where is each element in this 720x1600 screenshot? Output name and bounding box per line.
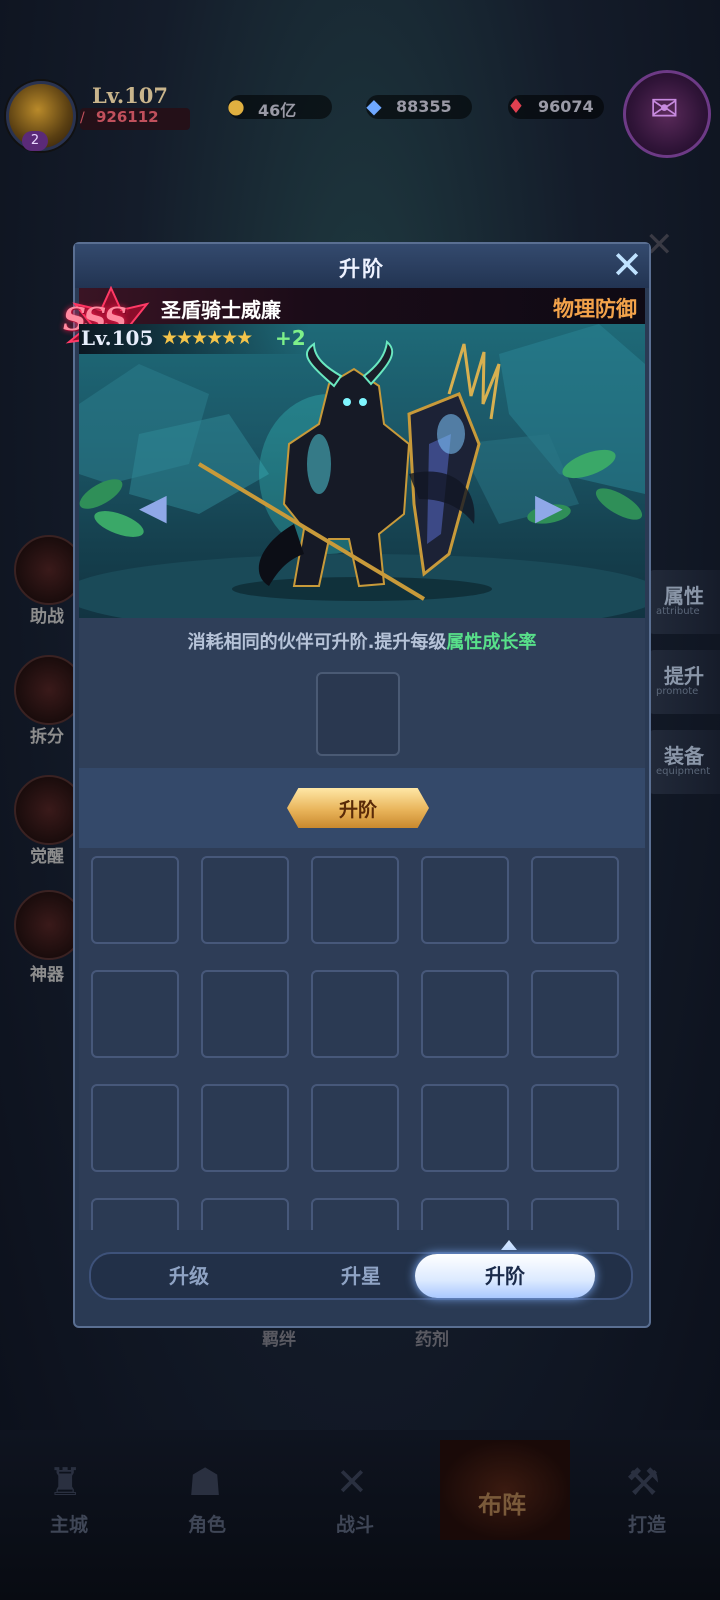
star-bonus: +2 [275,326,306,350]
description-area: 消耗相同的伙伴可升阶.提升每级属性成长率 [79,618,645,768]
grid-slot[interactable] [91,1198,179,1230]
grid-slot[interactable] [421,856,509,944]
grid-slot[interactable] [201,1198,289,1230]
prev-hero-arrow-icon[interactable]: ◀ [139,487,167,528]
grid-slot[interactable] [531,970,619,1058]
ascend-button[interactable]: 升阶 [287,788,429,828]
coin-icon: ● [227,94,245,118]
grid-slot[interactable] [531,1084,619,1172]
grid-slot[interactable] [91,856,179,944]
castle-icon: ♜ [48,1460,83,1504]
ruby-resource[interactable]: ♦ 96074 [507,94,604,119]
nav-formation[interactable]: 布阵 [478,1485,526,1520]
description-highlight: 属性成长率 [446,632,537,653]
tab-upgrade[interactable]: 升级 [99,1254,279,1298]
gold-value: 46亿 [258,101,297,120]
grid-slot[interactable] [421,970,509,1058]
gold-resource[interactable]: ● 46亿 [227,94,332,120]
active-tab-pointer [501,1240,517,1250]
hero-level: Lv.105 [81,326,154,350]
awaken-label: 觉醒 [30,847,64,867]
grid-slot[interactable] [201,970,289,1058]
promote-sub: promote [656,686,699,697]
star-rating: ★★★★★★ [161,327,253,349]
action-strip: 升阶 [79,768,645,848]
promote-label: 提升 [664,664,704,688]
nav-character[interactable]: 角色 [188,1510,226,1537]
sword-icon: / [80,110,85,126]
grid-slot[interactable] [531,1198,619,1230]
avatar-badge: 2 [22,131,48,151]
top-bar: 2 Lv.107 / 926112 ● 46亿 ◆ 88355 ♦ 96074 … [0,70,720,158]
ruby-value: 96074 [538,97,594,116]
bond-label: 羁绊 [262,1330,296,1350]
material-slot[interactable] [316,672,400,756]
equipment-sub: equipment [656,766,711,777]
hero-level-bar: Lv.105 ★★★★★★ +2 [79,324,309,354]
tab-ascend[interactable]: 升阶 [415,1254,595,1298]
player-power: 926112 [96,108,159,126]
scroll-icon: ✉ [650,89,679,129]
close-icon[interactable]: ✕ [608,246,646,284]
panel-tabs: 升级 升星 升阶 [89,1252,633,1300]
grid-slot[interactable] [311,1084,399,1172]
grid-slot[interactable] [91,1084,179,1172]
helmet-icon: ☗ [188,1460,223,1504]
bottom-nav: ♜ 主城 ☗ 角色 ✕ 战斗 布阵 ⚒ 打造 [0,1430,720,1600]
nav-main-city[interactable]: 主城 [50,1510,88,1537]
diamond-resource[interactable]: ◆ 88355 [366,94,472,119]
grid-slot[interactable] [421,1198,509,1230]
quest-scroll-button[interactable]: ✉ [623,70,711,158]
panel-header: 升阶 ✕ [75,244,649,288]
hero-stage: ◀ ▶ [79,324,645,618]
panel-title: 升阶 [339,257,385,281]
grid-slot[interactable] [91,970,179,1058]
hero-artwork [79,324,645,618]
nav-forge[interactable]: 打造 [628,1510,666,1537]
grid-slot[interactable] [311,1198,399,1230]
attribute-sub: attribute [656,606,700,617]
hero-name: 圣盾骑士威廉 [161,298,281,322]
nav-battle[interactable]: 战斗 [336,1510,374,1537]
diamond-value: 88355 [396,97,452,116]
ruby-icon: ♦ [507,94,525,118]
partner-grid [79,848,645,1230]
anvil-icon: ⚒ [626,1460,661,1504]
grid-slot[interactable] [421,1084,509,1172]
attribute-label: 属性 [664,584,704,608]
grid-slot[interactable] [201,1084,289,1172]
equipment-label: 装备 [664,744,704,768]
assist-label: 助战 [30,607,64,627]
description-prefix: 消耗相同的伙伴可升阶.提升每级 [187,632,447,653]
diamond-icon: ◆ [366,94,382,118]
grid-slot[interactable] [531,856,619,944]
artifact-label: 神器 [30,965,64,985]
ascend-panel: 升阶 ✕ SSS 圣盾骑士威廉 物理防御 ◀ ▶ Lv.105 ★★★★★★ +… [63,242,651,1328]
grid-slot[interactable] [201,856,289,944]
player-level: Lv.107 [92,83,169,108]
next-hero-arrow-icon[interactable]: ▶ [535,487,563,528]
description-text: 消耗相同的伙伴可升阶.提升每级属性成长率 [79,628,645,654]
grid-slot[interactable] [311,856,399,944]
swords-icon: ✕ [336,1460,368,1504]
grid-slot[interactable] [311,970,399,1058]
hero-type: 物理防御 [553,297,637,321]
hero-name-bar: SSS 圣盾骑士威廉 物理防御 [63,285,645,358]
potion-label: 药剂 [415,1330,449,1350]
split-label: 拆分 [30,727,64,747]
